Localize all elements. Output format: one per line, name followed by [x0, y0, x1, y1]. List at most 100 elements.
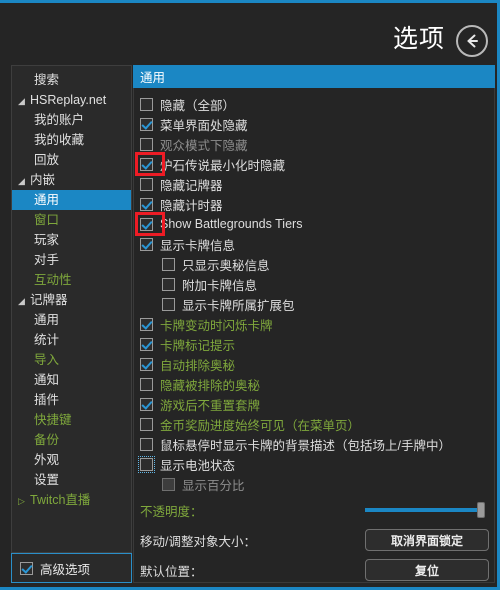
default-position-label: 默认位置： [140, 564, 203, 579]
option-label: 显示百分比 [182, 478, 245, 493]
option-row-18[interactable]: 显示电池状态 [138, 454, 490, 474]
sidebar-item-18[interactable]: 备份 [12, 430, 131, 450]
advanced-options-checkbox[interactable]: 高级选项 [11, 553, 132, 583]
chevron-right-icon[interactable]: ▷ [18, 491, 28, 511]
unlock-ui-button[interactable]: 取消界面锁定 [365, 529, 489, 551]
option-row-0[interactable]: 隐藏（全部） [140, 94, 490, 114]
sidebar-item-label: 快捷键 [34, 413, 72, 427]
sidebar-item-10[interactable]: 互动性 [12, 270, 131, 290]
option-checkbox-13[interactable] [140, 357, 153, 371]
default-position-row: 默认位置： 复位 [140, 556, 490, 584]
back-button[interactable] [456, 25, 488, 57]
option-checkbox-17[interactable] [140, 437, 153, 451]
option-checkbox-3[interactable] [140, 157, 153, 171]
option-checkbox-19[interactable] [162, 477, 175, 491]
sidebar-item-7[interactable]: 窗口 [12, 210, 131, 230]
tab-general[interactable]: 通用 [140, 67, 165, 86]
option-label: 鼠标悬停时显示卡牌的背景描述（包括场上/手牌中） [160, 438, 451, 453]
sidebar-item-2[interactable]: 我的账户 [12, 110, 131, 130]
option-label: 显示卡牌信息 [160, 238, 236, 253]
sidebar-item-20[interactable]: 设置 [12, 470, 131, 490]
option-checkbox-14[interactable] [140, 377, 153, 391]
advanced-options-label: 高级选项 [40, 562, 91, 577]
sidebar-item-11[interactable]: ◢ 记牌器 [12, 290, 131, 310]
option-checkbox-8[interactable] [162, 257, 175, 271]
opacity-label: 不透明度： [140, 504, 203, 519]
option-checkbox-6[interactable] [140, 217, 153, 231]
opacity-slider[interactable] [365, 502, 485, 518]
sidebar-navigation[interactable]: 搜索 ◢ HSReplay.net 我的账户 我的收藏 回放 ◢ 内嵌 通用 窗口 玩家 对手 互动性 ◢… [11, 65, 132, 553]
sidebar-item-4[interactable]: 回放 [12, 150, 131, 170]
window-header: 选项 [3, 3, 497, 65]
option-row-16[interactable]: 金币奖励进度始终可见（在菜单页） [140, 414, 490, 434]
sidebar-item-label: 通用 [34, 193, 60, 207]
option-row-8[interactable]: 只显示奥秘信息 [140, 254, 490, 274]
opacity-slider-thumb[interactable] [477, 502, 485, 518]
chevron-down-icon[interactable]: ◢ [18, 171, 28, 191]
option-checkbox-10[interactable] [162, 297, 175, 311]
options-list: 隐藏（全部） 菜单界面处隐藏观众模式下隐藏 炉石传说最小化时隐藏 隐藏记牌器 隐藏计时器… [138, 94, 490, 494]
advanced-options-checkbox-box[interactable] [20, 561, 33, 575]
option-label: 观众模式下隐藏 [160, 138, 248, 153]
option-label: 隐藏（全部） [160, 98, 236, 113]
option-checkbox-11[interactable] [140, 317, 153, 331]
sidebar-item-15[interactable]: 通知 [12, 370, 131, 390]
option-row-3[interactable]: 炉石传说最小化时隐藏 [140, 154, 490, 174]
option-row-7[interactable]: 显示卡牌信息 [140, 234, 490, 254]
option-checkbox-4[interactable] [140, 177, 153, 191]
option-checkbox-0[interactable] [140, 97, 153, 111]
sidebar-item-14[interactable]: 导入 [12, 350, 131, 370]
option-row-1[interactable]: 菜单界面处隐藏 [140, 114, 490, 134]
chevron-down-icon[interactable]: ◢ [18, 291, 28, 311]
sidebar-item-label: 内嵌 [30, 173, 56, 187]
option-checkbox-5[interactable] [140, 197, 153, 211]
option-label: 附加卡牌信息 [182, 278, 258, 293]
option-row-6[interactable]: Show Battlegrounds Tiers [140, 214, 490, 234]
sidebar-item-label: 导入 [34, 353, 60, 367]
sidebar-item-label: 外观 [34, 453, 60, 467]
sidebar-item-19[interactable]: 外观 [12, 450, 131, 470]
option-row-10[interactable]: 显示卡牌所属扩展包 [140, 294, 490, 314]
option-checkbox-9[interactable] [162, 277, 175, 291]
option-row-5[interactable]: 隐藏计时器 [140, 194, 490, 214]
option-row-19[interactable]: 显示百分比 [140, 474, 490, 494]
sidebar-item-9[interactable]: 对手 [12, 250, 131, 270]
sidebar-item-label: 记牌器 [30, 293, 68, 307]
option-checkbox-2[interactable] [140, 137, 153, 151]
option-row-13[interactable]: 自动排除奥秘 [140, 354, 490, 374]
option-row-17[interactable]: 鼠标悬停时显示卡牌的背景描述（包括场上/手牌中） [140, 434, 490, 454]
reset-position-button[interactable]: 复位 [365, 559, 489, 581]
option-row-14[interactable]: 隐藏被排除的奥秘 [140, 374, 490, 394]
option-row-2[interactable]: 观众模式下隐藏 [140, 134, 490, 154]
option-checkbox-15[interactable] [140, 397, 153, 411]
option-checkbox-7[interactable] [140, 237, 153, 251]
option-row-11[interactable]: 卡牌变动时闪烁卡牌 [140, 314, 490, 334]
chevron-down-icon[interactable]: ◢ [18, 91, 28, 111]
sidebar-item-5[interactable]: ◢ 内嵌 [12, 170, 131, 190]
sidebar-item-1[interactable]: ◢ HSReplay.net [12, 90, 131, 110]
option-checkbox-1[interactable] [140, 117, 153, 131]
option-row-15[interactable]: 游戏后不重置套牌 [140, 394, 490, 414]
sidebar-item-label: 插件 [34, 393, 60, 407]
option-checkbox-18[interactable] [138, 455, 155, 473]
opacity-slider-track [365, 508, 485, 512]
sidebar-item-17[interactable]: 快捷键 [12, 410, 131, 430]
arrow-left-icon [463, 32, 481, 50]
sidebar-item-6[interactable]: 通用 [12, 190, 131, 210]
option-row-4[interactable]: 隐藏记牌器 [140, 174, 490, 194]
sidebar-item-label: 我的收藏 [34, 133, 85, 147]
option-label: 自动排除奥秘 [160, 358, 236, 373]
option-row-12[interactable]: 卡牌标记提示 [140, 334, 490, 354]
sidebar-item-12[interactable]: 通用 [12, 310, 131, 330]
sidebar-item-16[interactable]: 插件 [12, 390, 131, 410]
sidebar-item-8[interactable]: 玩家 [12, 230, 131, 250]
sidebar-item-0[interactable]: 搜索 [12, 70, 131, 90]
option-checkbox-16[interactable] [140, 417, 153, 431]
sidebar-item-label: 备份 [34, 433, 60, 447]
sidebar-item-3[interactable]: 我的收藏 [12, 130, 131, 150]
option-row-9[interactable]: 附加卡牌信息 [140, 274, 490, 294]
sidebar-item-21[interactable]: ▷ Twitch直播 [12, 490, 131, 510]
move-resize-row: 移动/调整对象大小： 取消界面锁定 [140, 526, 490, 554]
option-checkbox-12[interactable] [140, 337, 153, 351]
sidebar-item-13[interactable]: 统计 [12, 330, 131, 350]
